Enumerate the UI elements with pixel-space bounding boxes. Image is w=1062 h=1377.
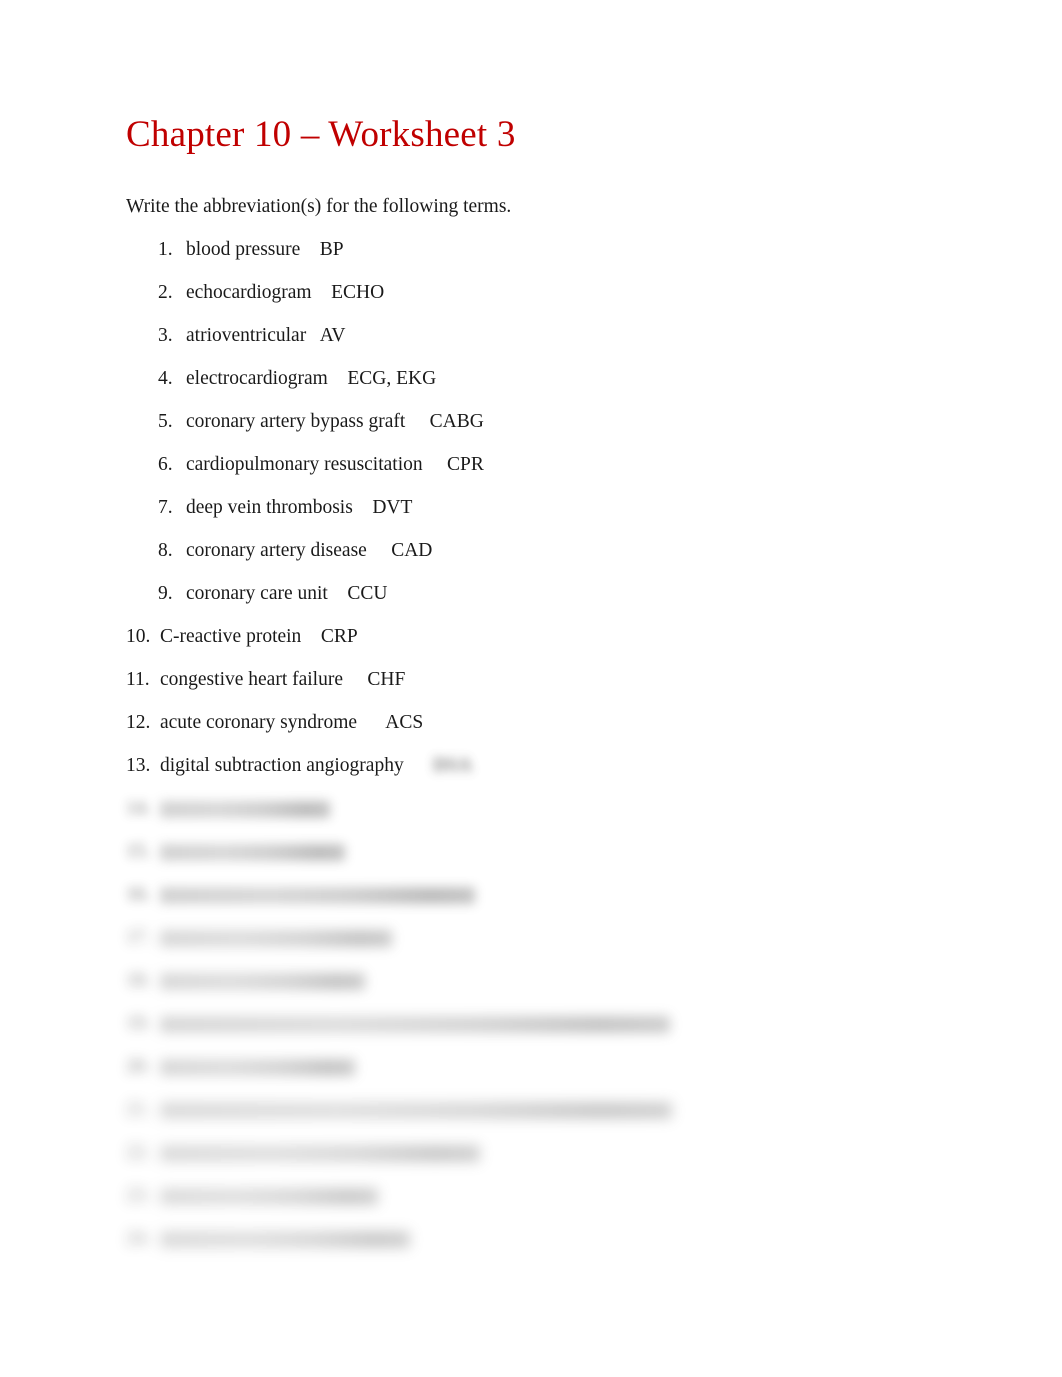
list-item-obscured: 23. <box>126 1183 946 1209</box>
terms-list: 1. blood pressure BP 2. echocardiogram ECHO… <box>126 237 946 1252</box>
obscured-content <box>160 1188 378 1205</box>
term-text: electrocardiogram <box>186 368 328 389</box>
term-text: deep vein thrombosis <box>186 497 353 518</box>
term-text: digital subtraction angiography <box>160 755 404 776</box>
list-item-body: coronary artery disease CAD <box>186 538 432 564</box>
term-text: blood pressure <box>186 239 301 260</box>
list-item-obscured: 15. <box>126 839 946 865</box>
list-item-obscured: 14. <box>126 796 946 822</box>
term-gap <box>300 239 320 260</box>
abbreviation-text: CABG <box>429 411 484 432</box>
abbreviation-obscured: DSA <box>432 755 472 776</box>
list-item-body: C-reactive protein CRP <box>160 624 358 650</box>
term-text: C-reactive protein <box>160 626 302 647</box>
abbreviation-text: BP <box>319 239 344 260</box>
term-gap <box>343 669 367 690</box>
list-item-obscured: 16. <box>126 882 946 908</box>
obscured-content <box>160 887 475 904</box>
obscured-content <box>160 930 392 947</box>
list-item: 7. deep vein thrombosis DVT <box>126 495 946 521</box>
abbreviation-text: CAD <box>391 540 433 561</box>
obscured-content <box>160 1059 355 1076</box>
term-gap <box>301 626 321 647</box>
term-text: congestive heart failure <box>160 669 343 690</box>
abbreviation-text: ECHO <box>331 282 385 303</box>
term-text: atrioventricular <box>186 325 307 346</box>
abbreviation-text: CCU <box>347 583 388 604</box>
list-item-obscured: 24. <box>126 1226 946 1252</box>
term-gap <box>404 755 433 776</box>
list-item: 12. acute coronary syndrome ACS <box>126 710 946 736</box>
term-gap <box>328 368 348 389</box>
list-item-obscured: 17. <box>126 925 946 951</box>
obscured-content <box>160 801 330 818</box>
list-item-obscured: 22. <box>126 1140 946 1166</box>
term-text: coronary care unit <box>186 583 328 604</box>
document-content: Chapter 10 – Worksheet 3 Write the abbre… <box>126 112 946 1269</box>
list-item: 6. cardiopulmonary resuscitation CPR <box>126 452 946 478</box>
abbreviation-text: AV <box>319 325 346 346</box>
term-gap <box>306 325 320 346</box>
list-item-body: digital subtraction angiography DSA <box>160 753 472 779</box>
list-item: 11. congestive heart failure CHF <box>126 667 946 693</box>
obscured-content <box>160 1231 410 1248</box>
term-gap <box>353 497 373 518</box>
list-item-body: blood pressure BP <box>186 237 344 263</box>
list-item: 8. coronary artery disease CAD <box>126 538 946 564</box>
abbreviation-text: DVT <box>372 497 413 518</box>
list-item: 10. C-reactive protein CRP <box>126 624 946 650</box>
abbreviation-text: CHF <box>367 669 406 690</box>
list-item-obscured: 20. <box>126 1054 946 1080</box>
abbreviation-text: ACS <box>385 712 424 733</box>
term-text: cardiopulmonary resuscitation <box>186 454 423 475</box>
list-item-obscured: 19. <box>126 1011 946 1037</box>
list-item: 4. electrocardiogram ECG, EKG <box>126 366 946 392</box>
term-text: coronary artery disease <box>186 540 367 561</box>
list-item-body: cardiopulmonary resuscitation CPR <box>186 452 484 478</box>
term-gap <box>357 712 385 733</box>
term-gap <box>423 454 447 475</box>
instruction-text: Write the abbreviation(s) for the follow… <box>126 196 512 217</box>
obscured-content <box>160 844 345 861</box>
obscured-content <box>160 1145 480 1162</box>
list-item-body: deep vein thrombosis DVT <box>186 495 412 521</box>
list-item: 1. blood pressure BP <box>126 237 946 263</box>
term-gap <box>328 583 348 604</box>
obscured-content <box>160 1016 670 1033</box>
abbreviation-text: CRP <box>320 626 358 647</box>
list-item: 5. coronary artery bypass graft CABG <box>126 409 946 435</box>
list-item-body: echocardiogram ECHO <box>186 280 384 306</box>
list-item: 3. atrioventricular AV <box>126 323 946 349</box>
list-item-body: acute coronary syndrome ACS <box>160 710 423 736</box>
term-text: coronary artery bypass graft <box>186 411 406 432</box>
list-item-body: electrocardiogram ECG, EKG <box>186 366 436 392</box>
obscured-content <box>160 1102 672 1119</box>
list-item: 13. digital subtraction angiography DSA <box>126 753 946 779</box>
term-gap <box>367 540 391 561</box>
abbreviation-text: CPR <box>447 454 484 475</box>
list-item-obscured: 18. <box>126 968 946 994</box>
list-item-body: atrioventricular AV <box>186 323 345 349</box>
term-gap <box>405 411 429 432</box>
list-item: 9. coronary care unit CCU <box>126 581 946 607</box>
term-gap <box>312 282 332 303</box>
list-item-body: congestive heart failure CHF <box>160 667 405 693</box>
page-title: Chapter 10 – Worksheet 3 <box>126 114 516 155</box>
list-item: 2. echocardiogram ECHO <box>126 280 946 306</box>
obscured-content <box>160 973 365 990</box>
list-item-obscured: 21. <box>126 1097 946 1123</box>
term-text: echocardiogram <box>186 282 312 303</box>
list-item-body: coronary artery bypass graft CABG <box>186 409 484 435</box>
abbreviation-text: ECG, EKG <box>347 368 437 389</box>
term-text: acute coronary syndrome <box>160 712 358 733</box>
document-page: Chapter 10 – Worksheet 3 Write the abbre… <box>0 0 1062 1377</box>
list-item-body: coronary care unit CCU <box>186 581 387 607</box>
